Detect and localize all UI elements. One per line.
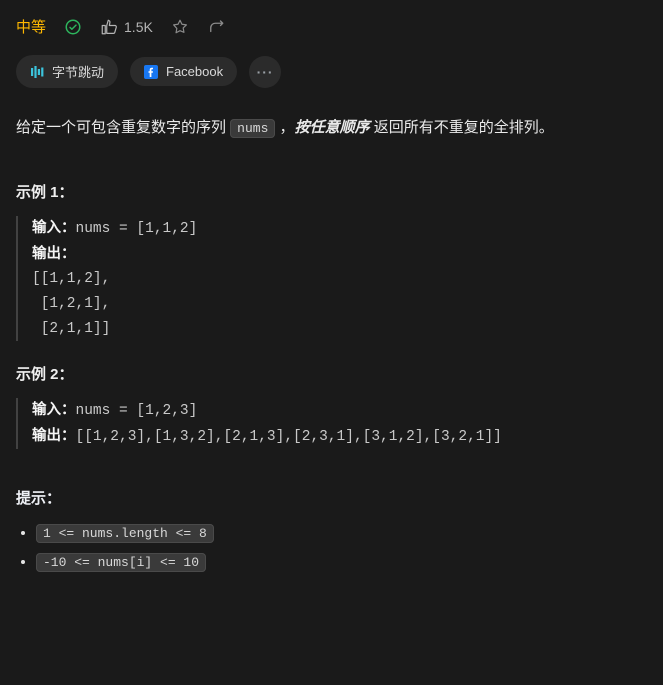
tag-bytedance[interactable]: 字节跳动 bbox=[16, 55, 118, 88]
tag-label: 字节跳动 bbox=[52, 62, 104, 81]
example-1: 输入：nums = [1,1,2] 输出： [[1,1,2], [1,2,1],… bbox=[16, 216, 647, 341]
example-1-body: 输入：nums = [1,1,2] 输出： [[1,1,2], [1,2,1],… bbox=[32, 216, 647, 341]
difficulty-badge: 中等 bbox=[16, 16, 46, 37]
tag-label: Facebook bbox=[166, 64, 223, 79]
constraint-item: -10 <= nums[i] <= 10 bbox=[36, 553, 647, 570]
solved-icon bbox=[64, 18, 82, 36]
example-2-body: 输入：nums = [1,2,3] 输出：[[1,2,3],[1,3,2],[2… bbox=[32, 398, 647, 449]
thumbs-up-icon bbox=[100, 18, 118, 36]
ellipsis-icon: ··· bbox=[257, 64, 274, 80]
like-button[interactable]: 1.5K bbox=[100, 18, 153, 36]
more-tags-button[interactable]: ··· bbox=[249, 56, 281, 88]
example-2-title: 示例 2： bbox=[16, 363, 647, 384]
example-1-title: 示例 1： bbox=[16, 181, 647, 202]
favorite-button[interactable] bbox=[171, 18, 189, 36]
constraints-list: 1 <= nums.length <= 8 -10 <= nums[i] <= … bbox=[16, 524, 647, 570]
bytedance-icon bbox=[30, 65, 44, 79]
like-count: 1.5K bbox=[124, 19, 153, 35]
constraint-item: 1 <= nums.length <= 8 bbox=[36, 524, 647, 541]
facebook-icon bbox=[144, 65, 158, 79]
problem-header: 中等 1.5K bbox=[16, 16, 647, 37]
example-2: 输入：nums = [1,2,3] 输出：[[1,2,3],[1,3,2],[2… bbox=[16, 398, 647, 449]
share-button[interactable] bbox=[207, 18, 225, 36]
var-nums: nums bbox=[230, 119, 275, 138]
tag-facebook[interactable]: Facebook bbox=[130, 57, 237, 86]
company-tags: 字节跳动 Facebook ··· bbox=[16, 55, 647, 88]
problem-description: 给定一个可包含重复数字的序列 nums ，按任意顺序 返回所有不重复的全排列。 bbox=[16, 114, 647, 141]
constraints-title: 提示： bbox=[16, 487, 647, 508]
